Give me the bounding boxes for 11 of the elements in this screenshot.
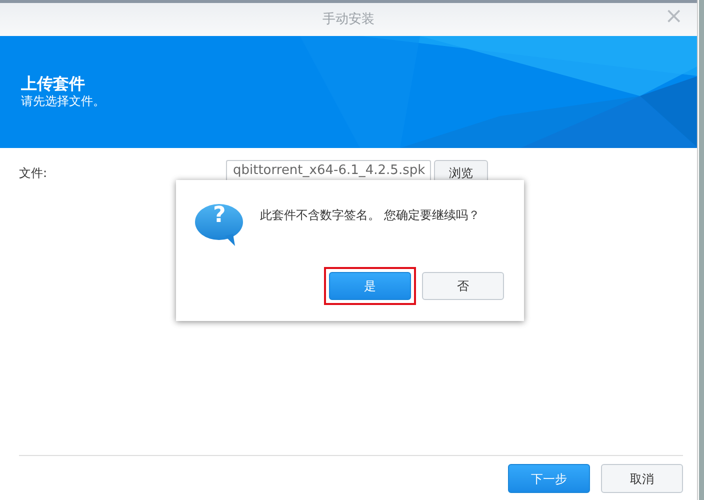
window-title: 手动安装 [322, 10, 374, 29]
no-button[interactable]: 否 [422, 272, 504, 300]
cancel-button[interactable]: 取消 [601, 464, 683, 493]
dialog-message: 此套件不含数字签名。 您确定要继续吗？ [260, 207, 480, 224]
question-mark: ? [213, 202, 226, 230]
question-icon [195, 203, 245, 247]
banner-title: 上传套件 [21, 74, 86, 94]
yes-button[interactable]: 是 [329, 272, 411, 300]
field-label: 文件: [19, 165, 48, 182]
next-button[interactable]: 下一步 [508, 464, 590, 493]
banner-subtitle: 请先选择文件。 [21, 94, 105, 108]
